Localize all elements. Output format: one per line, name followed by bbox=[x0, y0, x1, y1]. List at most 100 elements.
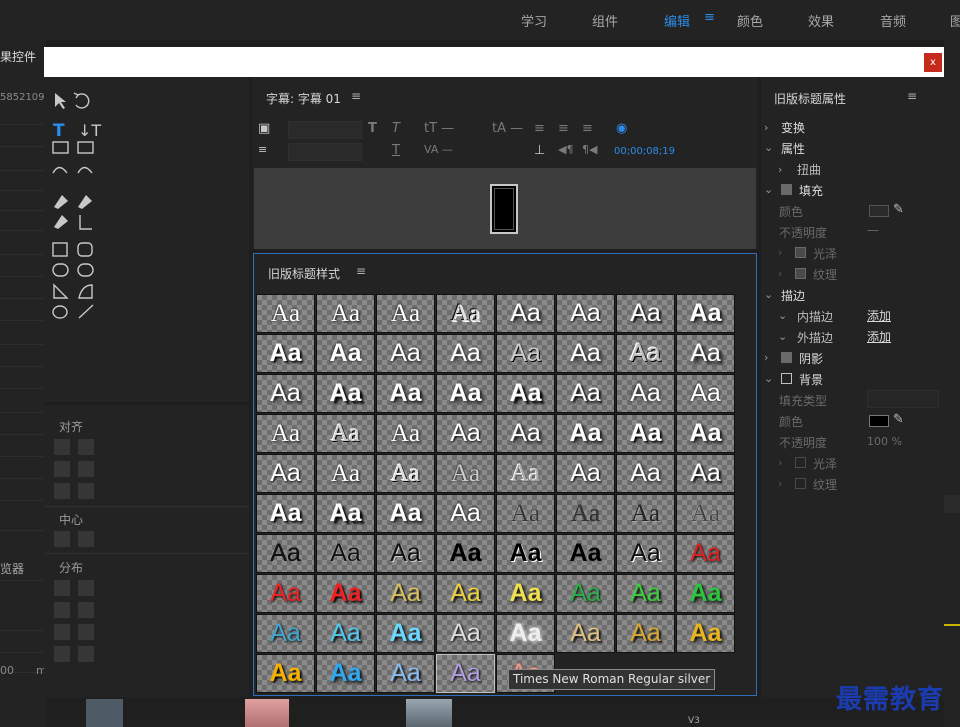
chevron-down-icon[interactable]: ⌄ bbox=[764, 372, 773, 385]
style-swatch[interactable]: Aa bbox=[556, 334, 615, 373]
timecode[interactable]: 00;00;08;19 bbox=[614, 146, 675, 157]
style-swatch[interactable]: Aa bbox=[496, 454, 555, 493]
new-title-icon[interactable]: ▣ bbox=[258, 121, 270, 136]
bg-color-swatch[interactable] bbox=[869, 415, 889, 427]
font-family-dropdown[interactable] bbox=[288, 121, 362, 139]
style-swatch[interactable]: Aa bbox=[436, 654, 495, 693]
style-swatch[interactable]: Aa bbox=[376, 614, 435, 653]
center-horizontal-icon[interactable] bbox=[54, 531, 70, 547]
roll-crawl-icon[interactable]: ≡ bbox=[258, 143, 267, 156]
style-swatch[interactable]: Aa bbox=[676, 574, 735, 613]
tab-editing[interactable]: 编辑 bbox=[664, 11, 690, 30]
style-swatch[interactable]: Aa bbox=[556, 534, 615, 573]
style-swatch[interactable]: Aa bbox=[256, 534, 315, 573]
align-right-icon[interactable] bbox=[54, 483, 70, 499]
style-swatch[interactable]: Aa bbox=[376, 534, 435, 573]
add-outer-stroke-link[interactable]: 添加 bbox=[867, 328, 891, 345]
paragraph-icon[interactable]: ¶◀ bbox=[582, 143, 597, 156]
fill-checkbox[interactable] bbox=[781, 184, 792, 195]
style-swatch[interactable]: Aa bbox=[616, 494, 675, 533]
eyedropper-icon[interactable]: ✎ bbox=[893, 202, 904, 217]
distribute-bottom-icon[interactable] bbox=[78, 624, 94, 640]
style-swatch[interactable]: Aa bbox=[376, 494, 435, 533]
style-swatch[interactable]: Aa bbox=[316, 294, 375, 333]
distribute-center-v-icon[interactable] bbox=[78, 602, 94, 618]
fill-section[interactable]: 填充 bbox=[799, 182, 823, 199]
style-swatch[interactable]: Aa bbox=[316, 654, 375, 693]
chevron-right-icon[interactable]: › bbox=[778, 477, 782, 490]
add-inner-stroke-link[interactable]: 添加 bbox=[867, 307, 891, 324]
close-button[interactable]: x bbox=[924, 53, 942, 72]
style-swatch[interactable]: Aa bbox=[256, 614, 315, 653]
attributes-section[interactable]: 属性 bbox=[781, 140, 805, 157]
texture-checkbox[interactable] bbox=[795, 268, 806, 279]
tab-assembly[interactable]: 组件 bbox=[592, 11, 618, 30]
style-swatch[interactable]: Aa bbox=[316, 614, 375, 653]
effect-controls-tab[interactable]: 果控件 bbox=[0, 48, 36, 65]
style-swatch[interactable]: Aa bbox=[616, 534, 675, 573]
show-background-video-icon[interactable]: ◉ bbox=[616, 121, 627, 136]
tab-effects[interactable]: 效果 bbox=[808, 11, 834, 30]
bg-sheen-checkbox[interactable] bbox=[795, 457, 806, 468]
font-size-icon[interactable]: tT — bbox=[424, 121, 454, 136]
distribute-top-icon[interactable] bbox=[78, 580, 94, 596]
style-swatch[interactable]: Aa bbox=[676, 374, 735, 413]
stroke-section[interactable]: 描边 bbox=[781, 287, 805, 304]
style-swatch[interactable]: Aa bbox=[676, 414, 735, 453]
align-bottom-icon[interactable] bbox=[78, 483, 94, 499]
style-swatch[interactable]: Aa bbox=[256, 574, 315, 613]
style-swatch[interactable]: Aa bbox=[556, 454, 615, 493]
chevron-down-icon[interactable]: ⌄ bbox=[764, 288, 773, 301]
style-swatch[interactable]: Aa bbox=[496, 494, 555, 533]
workspace-menu-icon[interactable]: ≡ bbox=[704, 10, 715, 25]
style-swatch[interactable]: Aa bbox=[616, 294, 675, 333]
italic-icon[interactable]: T bbox=[392, 121, 400, 136]
style-swatch[interactable]: Aa bbox=[256, 454, 315, 493]
style-swatch[interactable]: Aa bbox=[256, 654, 315, 693]
distribute-right-icon[interactable] bbox=[54, 624, 70, 640]
style-swatch[interactable]: Aa bbox=[316, 334, 375, 373]
style-swatch[interactable]: Aa bbox=[436, 574, 495, 613]
style-swatch[interactable]: Aa bbox=[376, 454, 435, 493]
style-swatch[interactable]: Aa bbox=[436, 454, 495, 493]
style-swatch[interactable]: Aa bbox=[556, 294, 615, 333]
style-swatch[interactable]: Aa bbox=[376, 574, 435, 613]
clip-thumbnail[interactable] bbox=[406, 699, 452, 727]
style-swatch[interactable]: Aa bbox=[496, 614, 555, 653]
style-swatch[interactable]: Aa bbox=[496, 574, 555, 613]
chevron-down-icon[interactable]: ⌄ bbox=[778, 309, 787, 322]
style-swatch[interactable]: Aa bbox=[676, 334, 735, 373]
tab-audio[interactable]: 音频 bbox=[880, 11, 906, 30]
leading-icon[interactable]: tA — bbox=[492, 121, 523, 136]
shadow-section[interactable]: 阴影 bbox=[799, 350, 823, 367]
style-swatch[interactable]: Aa bbox=[436, 374, 495, 413]
underline-icon[interactable]: T bbox=[392, 143, 400, 158]
style-swatch[interactable]: Aa bbox=[376, 374, 435, 413]
tab-color[interactable]: 颜色 bbox=[737, 11, 763, 30]
align-left-icon[interactable] bbox=[54, 439, 70, 455]
bg-sheen-item[interactable]: 光泽 bbox=[813, 455, 837, 472]
chevron-right-icon[interactable]: › bbox=[778, 456, 782, 469]
sheen-item[interactable]: 光泽 bbox=[813, 245, 837, 262]
style-swatch[interactable]: Aa bbox=[316, 494, 375, 533]
style-swatch[interactable]: Aa bbox=[436, 414, 495, 453]
style-swatch[interactable]: Aa bbox=[496, 414, 555, 453]
title-preview[interactable] bbox=[254, 168, 756, 249]
style-swatch[interactable]: Aa bbox=[256, 494, 315, 533]
style-swatch[interactable]: Aa bbox=[316, 374, 375, 413]
style-swatch[interactable]: Aa bbox=[256, 334, 315, 373]
style-swatch[interactable]: Aa bbox=[256, 374, 315, 413]
style-swatch[interactable]: Aa bbox=[556, 414, 615, 453]
style-swatch[interactable]: Aa bbox=[616, 454, 675, 493]
distribute-v-spacing-icon[interactable] bbox=[78, 646, 94, 662]
style-swatch[interactable]: Aa bbox=[376, 414, 435, 453]
style-swatch[interactable]: Aa bbox=[496, 374, 555, 413]
align-left-text-icon[interactable]: ≡ bbox=[534, 121, 545, 136]
style-swatch[interactable]: Aa bbox=[616, 574, 675, 613]
background-section[interactable]: 背景 bbox=[799, 371, 823, 388]
style-swatch[interactable]: Aa bbox=[616, 334, 675, 373]
sheen-checkbox[interactable] bbox=[795, 247, 806, 258]
style-swatch[interactable]: Aa bbox=[676, 454, 735, 493]
distort-item[interactable]: 扭曲 bbox=[797, 161, 821, 178]
texture-item[interactable]: 纹理 bbox=[813, 266, 837, 283]
